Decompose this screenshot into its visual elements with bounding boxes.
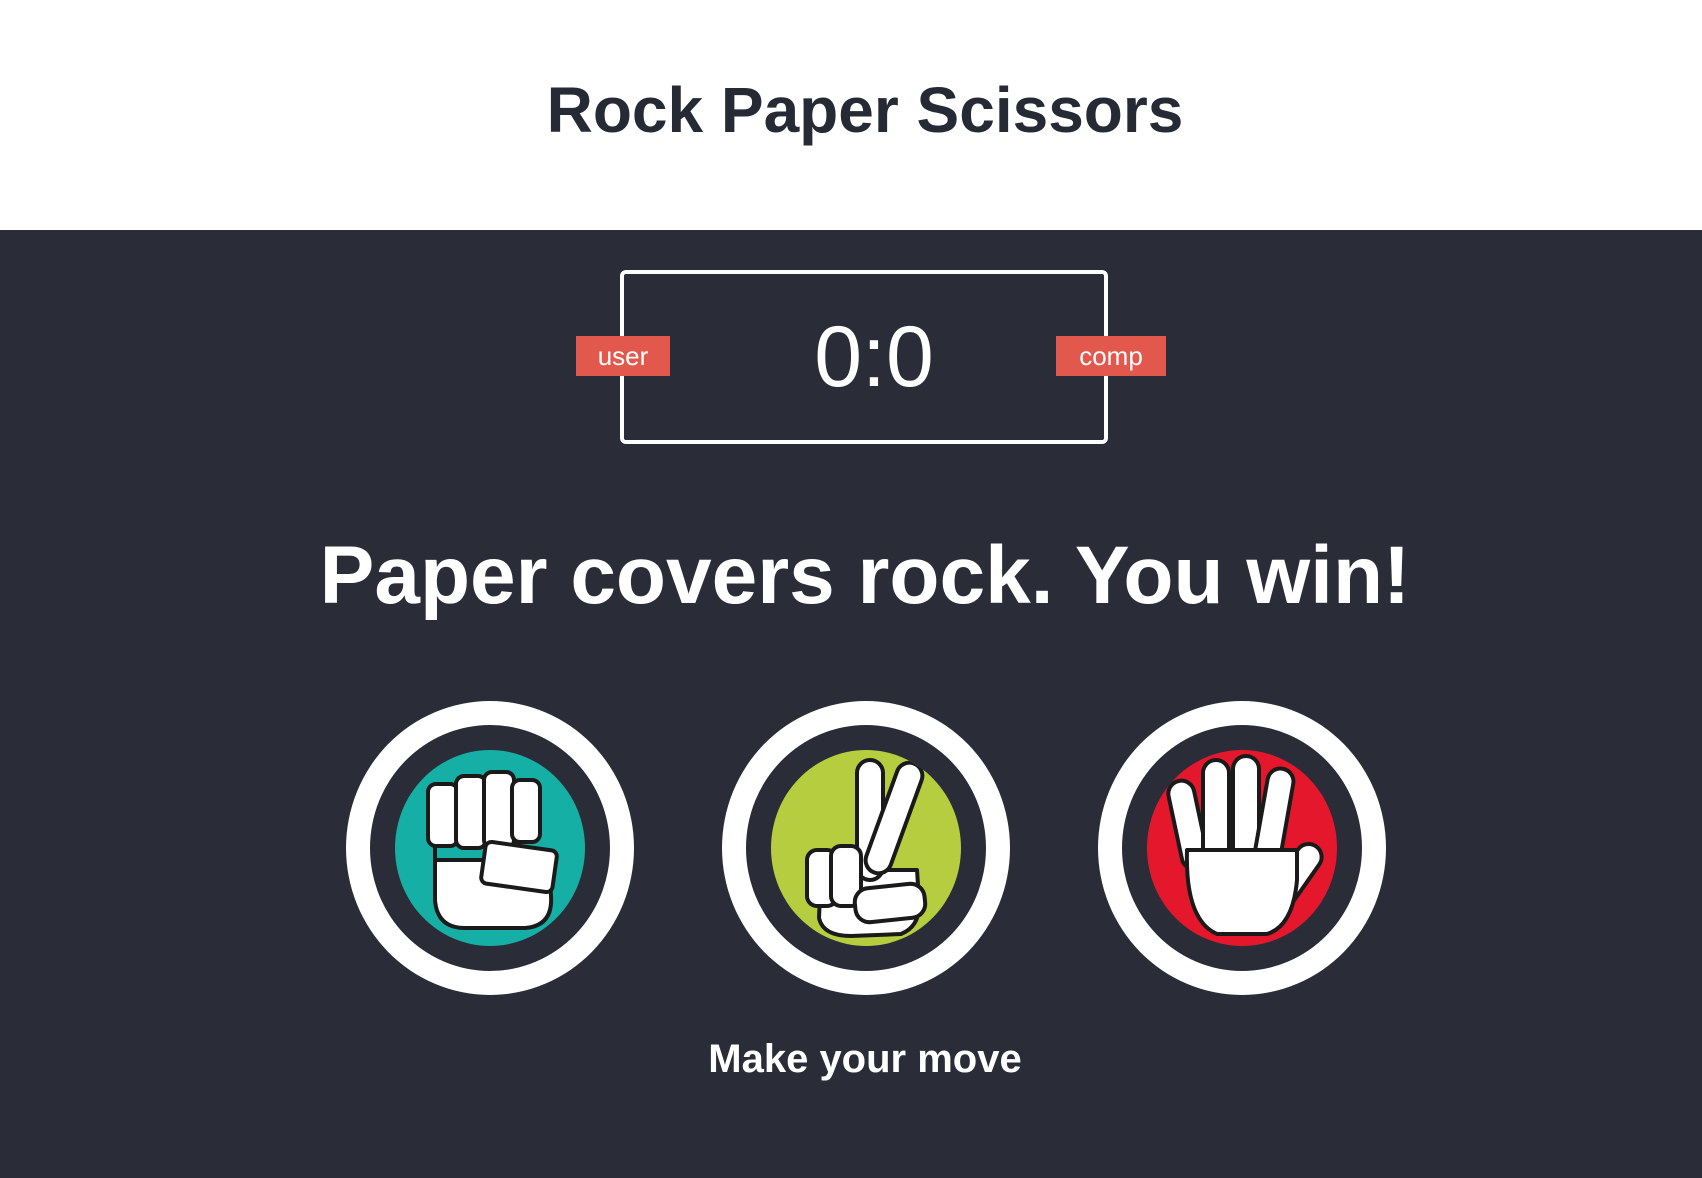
score-board: 0:0: [620, 270, 1108, 444]
fist-icon: [426, 770, 559, 930]
result-message: Paper covers rock. You win!: [319, 530, 1411, 621]
user-label: user: [576, 336, 670, 376]
rock-choice-background: [371, 726, 609, 970]
open-hand-icon: [1166, 754, 1324, 936]
paper-choice-background: [1123, 726, 1361, 970]
paper-choice-button[interactable]: [1098, 701, 1386, 995]
peace-hand-icon: [805, 758, 928, 938]
header: Rock Paper Scissors: [0, 0, 1702, 230]
scissors-choice-background: [747, 726, 985, 970]
score-display: 0:0: [814, 309, 934, 405]
action-message: Make your move: [708, 1037, 1022, 1081]
scissors-choice-button[interactable]: [722, 701, 1010, 995]
rock-choice-button[interactable]: [346, 701, 634, 995]
app-title: Rock Paper Scissors: [546, 74, 1184, 146]
comp-label: comp: [1056, 336, 1166, 376]
